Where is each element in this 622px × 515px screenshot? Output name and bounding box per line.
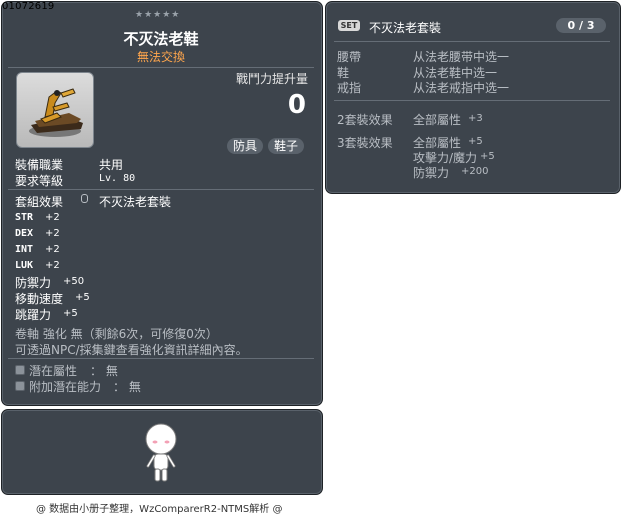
potential-value: ： 無 [90, 364, 118, 378]
stat-int-name: INT [15, 244, 34, 255]
stat-int-value: +2 [45, 244, 60, 255]
set-effect-3-label: 3套裝效果 [337, 136, 393, 150]
divider [8, 358, 314, 359]
stat-str-name: STR [15, 212, 34, 223]
lock-icon [81, 194, 88, 203]
npc-info: 可透過NPC/採集鍵查看強化資訊詳細內容。 [15, 343, 248, 357]
star-rating: ★★★★★ [135, 10, 181, 20]
stat-dex-name: DEX [15, 228, 34, 239]
divider [334, 100, 610, 101]
stat-str-value: +2 [45, 212, 60, 223]
divider [334, 41, 610, 42]
sandal-icon [29, 88, 83, 137]
job-value: 共用 [99, 158, 124, 172]
set-effect-2-value: +3 [468, 113, 483, 124]
stat-luk-value: +2 [45, 260, 60, 271]
set-panel-title: 不灭法老套裝 [369, 21, 442, 35]
set-count-badge: 0 / 3 [556, 18, 606, 33]
scroll-info: 卷軸 強化 無（剩餘6次，可修復0次） [15, 327, 218, 341]
bonus-potential-value: ： 無 [113, 380, 141, 394]
item-id: 01072619 [2, 1, 55, 12]
avatar [145, 423, 177, 482]
stat-luk-name: LUK [15, 260, 34, 271]
set-part-slot: 腰帶 [337, 50, 362, 64]
set-badge: SET [338, 20, 360, 31]
trade-status: 無法交換 [136, 50, 185, 64]
job-label: 裝備職業 [15, 158, 64, 172]
stat-defense-value: +50 [63, 276, 85, 287]
stat-jump-value: +5 [63, 308, 78, 319]
stat-dex-value: +2 [45, 228, 60, 239]
set-part-choice: 从法老腰带中选一 [413, 50, 510, 64]
stat-defense-name: 防禦力 [15, 276, 52, 290]
footer-credit: @ 数据由小册子整理，WzComparerR2-NTMS解析 @ [36, 504, 283, 515]
level-label: 要求等級 [15, 174, 64, 188]
tag-shoes: 鞋子 [268, 138, 305, 154]
divider [8, 189, 314, 190]
set-effect-3-line-value: +5 [480, 151, 495, 162]
divider [8, 67, 314, 68]
bonus-potential-label: 附加潛在能力 [29, 380, 102, 394]
power-increase-value: 0 [287, 90, 306, 120]
level-value: Lv. 80 [99, 173, 136, 184]
set-part-slot: 戒指 [337, 81, 362, 95]
item-icon-frame [16, 72, 94, 148]
stat-speed-name: 移動速度 [15, 292, 64, 306]
set-effect-label: 套組效果 [15, 195, 64, 209]
stat-speed-value: +5 [75, 292, 90, 303]
set-effect-3-line-value: +200 [461, 166, 489, 177]
set-part-choice: 从法老戒指中选一 [413, 81, 510, 95]
stat-jump-name: 跳躍力 [15, 308, 52, 322]
power-increase-label: 戰鬥力提升量 [235, 72, 308, 86]
bonus-potential-bullet-icon [15, 381, 25, 391]
set-effect-2-name: 全部屬性 [413, 113, 462, 127]
potential-label: 潛在屬性 [29, 364, 78, 378]
set-name: 不灭法老套裝 [99, 195, 172, 209]
item-name: 不灭法老鞋 [123, 30, 199, 48]
tag-armor: 防具 [227, 138, 264, 154]
set-effect-3-line: 防禦力 [413, 166, 450, 180]
set-effect-3-line-value: +5 [468, 136, 483, 147]
potential-bullet-icon [15, 365, 25, 375]
set-effect-2-label: 2套裝效果 [337, 113, 393, 127]
